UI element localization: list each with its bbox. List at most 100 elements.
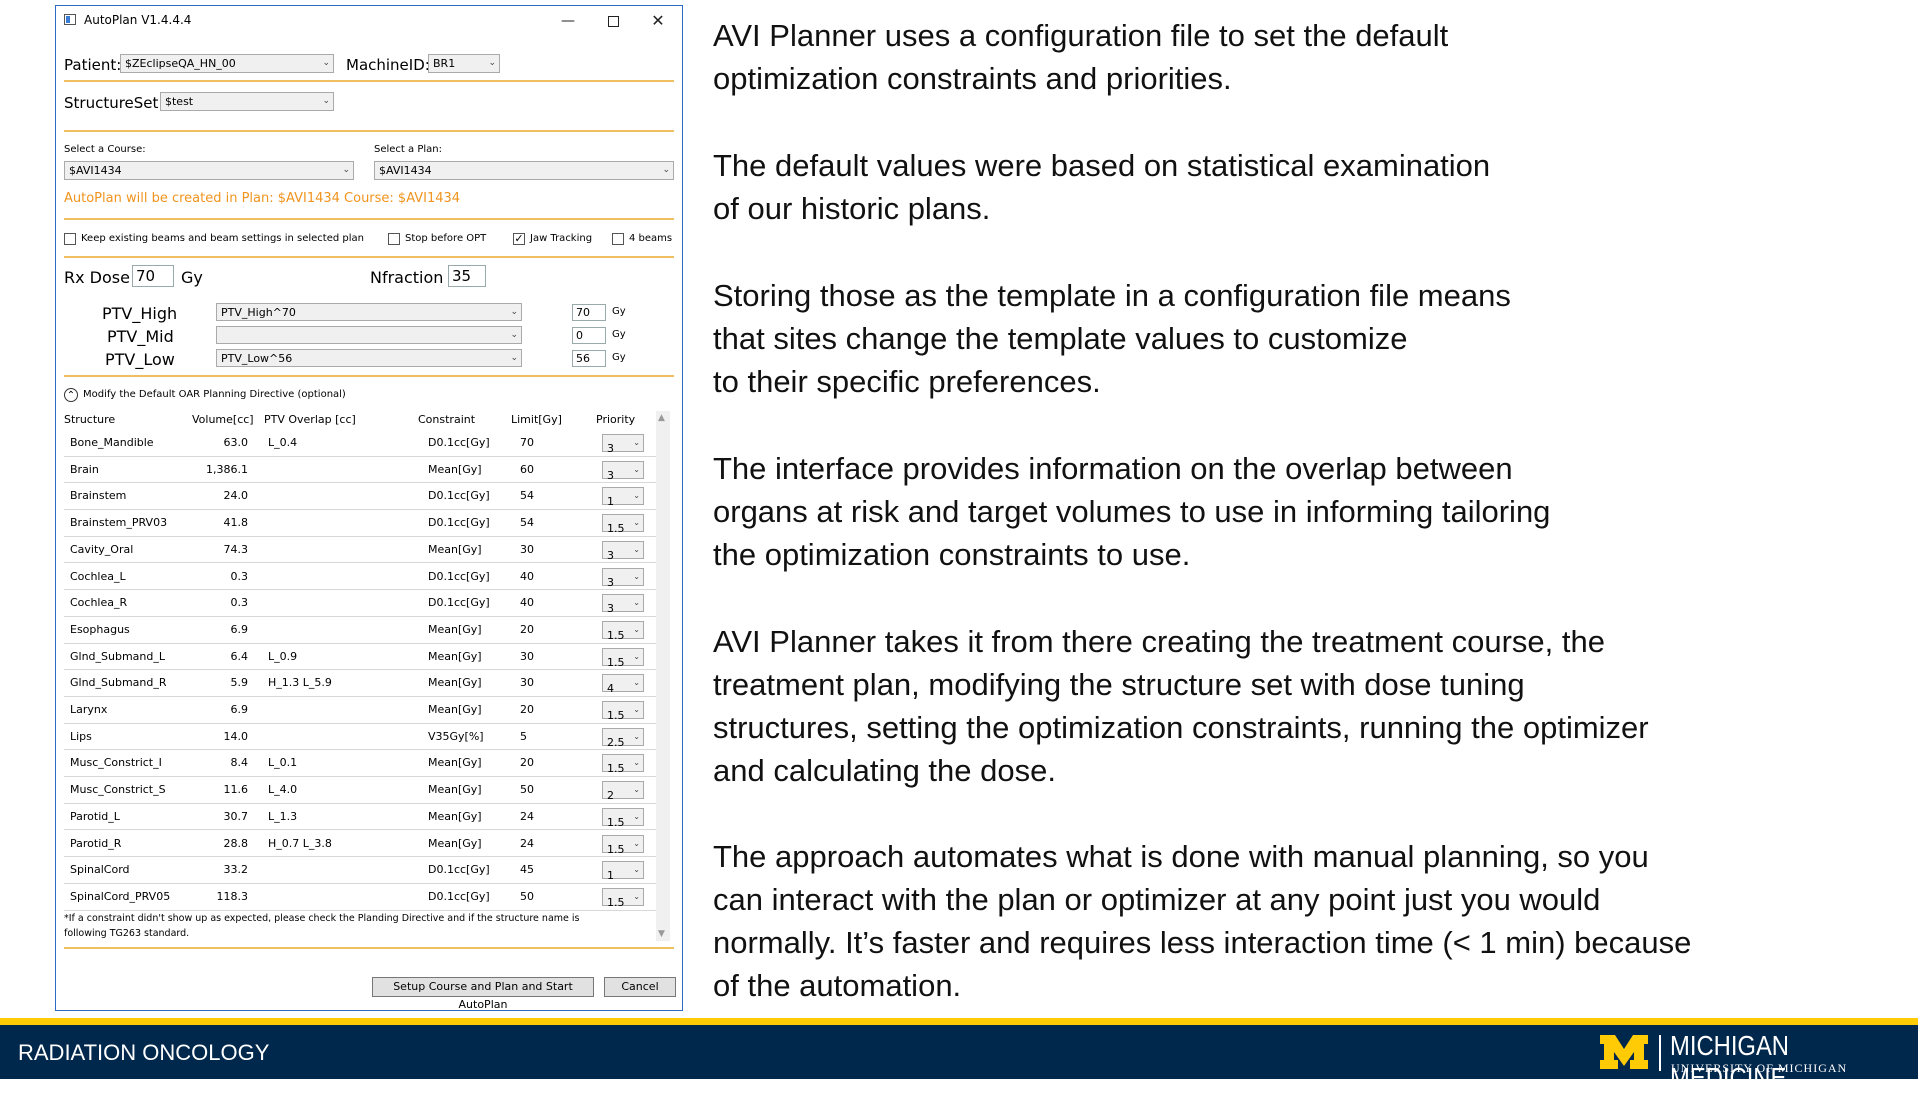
scroll-up-icon[interactable]: ▲ [658,413,665,423]
table-row[interactable]: Parotid_L 30.7 L_1.3 Mean[Gy] 24 1.5 ⌄ [64,804,664,831]
chevron-down-icon: ⌄ [662,165,670,175]
cell-volume: 74.3 [223,542,249,556]
chevron-down-icon: ⌄ [633,838,640,848]
priority-select[interactable]: 3 ⌄ [602,434,644,455]
text-line: of the automation. [713,968,962,1003]
stop-before-opt-checkbox[interactable] [388,233,400,245]
col-priority[interactable]: Priority [596,413,635,426]
col-limit[interactable]: Limit[Gy] [511,413,562,426]
table-row[interactable]: Brain 1,386.1 Mean[Gy] 60 3 ⌄ [64,457,664,484]
priority-select[interactable]: 2 ⌄ [602,781,644,802]
priority-select[interactable]: 1.5 ⌄ [602,647,644,669]
priority-select[interactable]: 1.5 ⌄ [602,887,644,909]
table-row[interactable]: Brainstem 24.0 D0.1cc[Gy] 54 1 ⌄ [64,483,664,511]
priority-select[interactable]: 1.5 ⌄ [602,834,644,856]
table-row[interactable]: Brainstem_PRV03 41.8 D0.1cc[Gy] 54 1.5 ⌄ [64,510,664,537]
ptv-mid-dose-input[interactable]: 0 [572,327,606,344]
patient-select[interactable]: $ZEclipseQA_HN_00 ⌄ [120,54,334,73]
ptv-low-select[interactable]: PTV_Low^56 ⌄ [216,349,522,367]
table-row[interactable]: Larynx 6.9 Mean[Gy] 20 1.5 ⌄ [64,697,664,724]
oar-section-label: Modify the Default OAR Planning Directiv… [83,389,346,400]
priority-select[interactable]: 1.5 ⌄ [602,701,644,722]
table-row[interactable]: SpinalCord 33.2 D0.1cc[Gy] 45 1 ⌄ [64,857,664,884]
table-row[interactable]: Cochlea_L 0.3 D0.1cc[Gy] 40 3 ⌄ [64,564,664,591]
jaw-tracking-checkbox[interactable]: ✓ [513,233,525,245]
text-line: The default values were based on statist… [713,148,1491,183]
table-row[interactable]: Parotid_R 28.8 H_0.7 L_3.8 Mean[Gy] 24 1.5 ⌄ [64,831,664,858]
priority-select[interactable]: 4 ⌄ [602,674,644,695]
cell-overlap: L_4.0 [268,783,298,797]
collapse-toggle-icon[interactable]: ⌃ [64,388,78,402]
cell-constraint: Mean[Gy] [428,836,482,850]
ptv-high-dose-input[interactable]: 70 [572,304,606,321]
rx-dose-input[interactable]: 70 [132,265,174,287]
priority-value: 1.5 [607,842,625,856]
priority-select[interactable]: 3 ⌄ [602,567,644,589]
table-row[interactable]: Glnd_Submand_R 5.9 H_1.3 L_5.9 Mean[Gy] 30 4 ⌄ [64,670,664,697]
patient-value: $ZEclipseQA_HN_00 [125,57,236,70]
start-autoplan-button[interactable]: Setup Course and Plan and Start AutoPlan [372,977,594,1011]
machine-value: BR1 [433,57,456,70]
course-select[interactable]: $AVI1434 ⌄ [64,161,354,180]
title-bar[interactable]: AutoPlan V1.4.4.4 — ✕ [56,6,682,36]
ptv-high-select[interactable]: PTV_High^70 ⌄ [216,303,522,321]
cell-volume: 8.4 [230,756,249,770]
structureset-value: $test [165,95,194,108]
minimize-button[interactable]: — [550,9,586,33]
separator [64,130,674,132]
col-structure[interactable]: Structure [64,413,115,426]
ptv-low-dose-input[interactable]: 56 [572,350,606,367]
table-row[interactable]: SpinalCord_PRV05 118.3 D0.1cc[Gy] 50 1.5 ⌄ [64,884,664,911]
priority-select[interactable]: 1.5 ⌄ [602,514,644,535]
table-row[interactable]: Cochlea_R 0.3 D0.1cc[Gy] 40 3 ⌄ [64,590,664,617]
ptv-mid-select[interactable]: ⌄ [216,326,522,344]
priority-select[interactable]: 1.5 ⌄ [602,754,644,775]
cell-structure: Musc_Constrict_S [70,783,166,797]
priority-select[interactable]: 3 ⌄ [602,460,644,482]
cancel-button[interactable]: Cancel [604,977,676,997]
chevron-down-icon: ⌄ [633,438,640,447]
priority-select[interactable]: 1 ⌄ [602,861,644,882]
ptv-high-value: PTV_High^70 [221,306,296,319]
structureset-label: StructureSet: [64,94,164,112]
cell-limit: 40 [520,569,534,583]
chevron-down-icon: ⌄ [633,571,640,581]
priority-select[interactable]: 1.5 ⌄ [602,807,644,829]
table-row[interactable]: Bone_Mandible 63.0 L_0.4 D0.1cc[Gy] 70 3 ⌄ [64,430,664,457]
maximize-button[interactable] [595,9,631,33]
four-beams-checkbox[interactable] [612,233,624,245]
structureset-select[interactable]: $test ⌄ [160,92,334,111]
cell-constraint: Mean[Gy] [428,622,482,636]
col-volume[interactable]: Volume[cc] [192,413,254,426]
plan-select[interactable]: $AVI1434 ⌄ [374,161,674,180]
cell-constraint: D0.1cc[Gy] [428,489,490,503]
nfraction-label: Nfraction [370,268,444,287]
table-row[interactable]: Musc_Constrict_S 11.6 L_4.0 Mean[Gy] 50 2 ⌄ [64,777,664,804]
table-row[interactable]: Esophagus 6.9 Mean[Gy] 20 1.5 ⌄ [64,617,664,644]
table-row[interactable]: Lips 14.0 V35Gy[%] 5 2.5 ⌄ [64,724,664,751]
table-row[interactable]: Musc_Constrict_I 8.4 L_0.1 Mean[Gy] 20 1.5 ⌄ [64,750,664,778]
ptv-mid-unit: Gy [612,329,626,340]
cell-overlap: L_0.9 [268,649,298,663]
col-constraint[interactable]: Constraint [418,413,475,426]
close-button[interactable]: ✕ [640,9,676,33]
priority-value: 1.5 [607,762,625,776]
keep-beams-checkbox[interactable] [64,233,76,245]
priority-select[interactable]: 2.5 ⌄ [602,727,644,749]
machine-select[interactable]: BR1 ⌄ [428,54,500,73]
priority-select[interactable]: 1.5 ⌄ [602,620,644,642]
table-scrollbar[interactable]: ▲ ▼ [656,411,670,941]
priority-select[interactable]: 1 ⌄ [602,487,644,508]
table-row[interactable]: Cavity_Oral 74.3 Mean[Gy] 30 3 ⌄ [64,537,664,564]
priority-value: 3 [607,468,614,482]
chevron-down-icon: ⌄ [633,491,640,501]
priority-select[interactable]: 3 ⌄ [602,540,644,562]
nfraction-input[interactable]: 35 [448,265,486,287]
table-row[interactable]: Glnd_Submand_L 6.4 L_0.9 Mean[Gy] 30 1.5 ⌄ [64,644,664,671]
scroll-down-icon[interactable]: ▼ [658,929,665,939]
chevron-down-icon: ⌄ [633,651,640,661]
priority-select[interactable]: 3 ⌄ [602,594,644,615]
paragraph-approach: The approach automates what is done with… [713,835,1893,1007]
col-overlap[interactable]: PTV Overlap [cc] [264,413,356,426]
paragraph-interface: The interface provides information on th… [713,447,1893,576]
